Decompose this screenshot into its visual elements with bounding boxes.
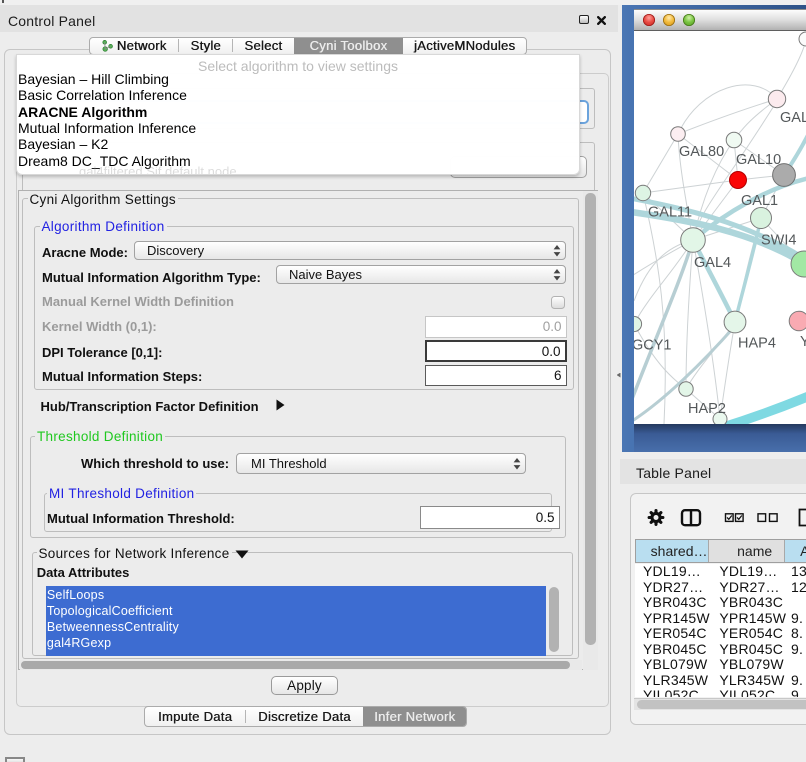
svg-text:GAL10: GAL10 — [736, 152, 781, 168]
svg-text:HAP4: HAP4 — [738, 336, 776, 352]
svg-text:GAL7: GAL7 — [780, 110, 806, 126]
svg-text:SWI4: SWI4 — [761, 233, 796, 249]
svg-text:GAL1: GAL1 — [741, 193, 778, 209]
svg-text:GCY1: GCY1 — [634, 338, 672, 354]
svg-text:GAL11: GAL11 — [648, 205, 692, 221]
svg-text:HAP2: HAP2 — [688, 401, 726, 417]
svg-text:YM: YM — [800, 334, 806, 350]
svg-text:GAL4: GAL4 — [694, 255, 731, 271]
svg-text:GAL80: GAL80 — [679, 144, 724, 160]
